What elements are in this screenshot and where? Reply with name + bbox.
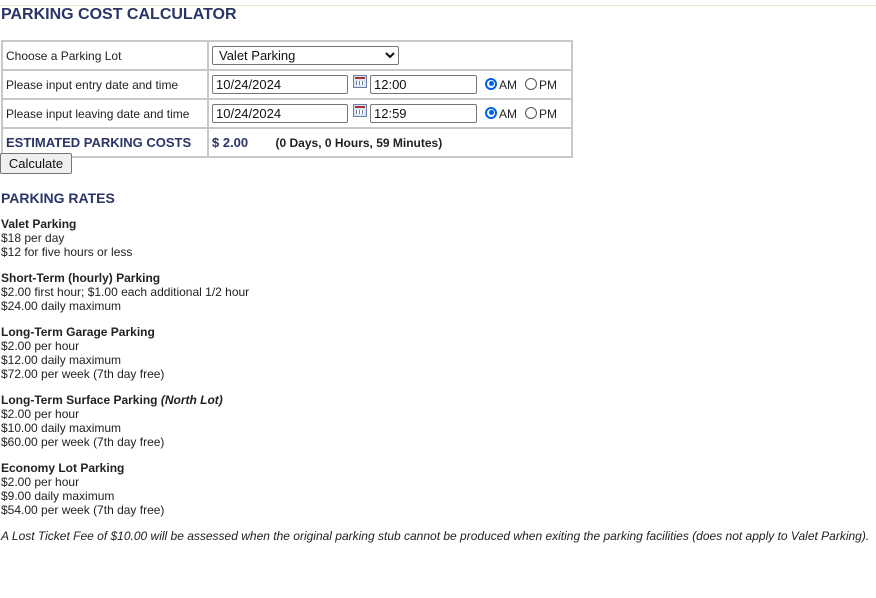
lost-ticket-note: A Lost Ticket Fee of $10.00 will be asse…	[1, 529, 870, 543]
rate-line: $9.00 daily maximum	[1, 489, 115, 503]
entry-time-input[interactable]	[370, 75, 477, 94]
entry-date-input[interactable]	[212, 75, 348, 94]
entry-am-label: AM	[499, 77, 517, 92]
rate-line: $54.00 per week (7th day free)	[1, 503, 165, 517]
rate-valet: Valet Parking $18 per day $12 for five h…	[1, 217, 871, 259]
lot-label: Choose a Parking Lot	[2, 41, 208, 70]
rate-line: $2.00 per hour	[1, 407, 80, 421]
rate-line: $12 for five hours or less	[1, 245, 133, 259]
rate-title: Long-Term Garage Parking	[1, 325, 155, 339]
leave-am-radio[interactable]	[485, 106, 497, 119]
lot-row: Choose a Parking Lot Valet Parking	[2, 41, 572, 70]
rates-heading: PARKING RATES	[1, 190, 115, 206]
rate-line: $24.00 daily maximum	[1, 299, 122, 313]
entry-cell: AM PM	[208, 70, 572, 99]
calculate-button[interactable]: Calculate	[0, 153, 72, 174]
entry-pm-label: PM	[539, 77, 557, 92]
estimated-cost: $ 2.00	[212, 135, 249, 150]
estimate-row: ESTIMATED PARKING COSTS $ 2.00 (0 Days, …	[2, 128, 572, 157]
rate-title-suffix: (North Lot)	[160, 393, 223, 407]
rate-title: Short-Term (hourly) Parking	[1, 271, 161, 285]
rate-line: $2.00 per hour	[1, 339, 80, 353]
rate-line: $2.00 first hour; $1.00 each additional …	[1, 285, 250, 299]
rate-line: $18 per day	[1, 231, 65, 245]
entry-label: Please input entry date and time	[2, 70, 208, 99]
entry-calendar-icon[interactable]	[353, 75, 367, 88]
rates-list: Valet Parking $18 per day $12 for five h…	[1, 217, 871, 543]
rate-title-text: Long-Term Surface Parking	[1, 393, 158, 407]
rate-title: Valet Parking	[1, 217, 77, 231]
page-title: PARKING COST CALCULATOR	[1, 6, 237, 23]
rate-title: Long-Term Surface Parking (North Lot)	[1, 393, 871, 407]
entry-row: Please input entry date and time AM PM	[2, 70, 572, 99]
leave-row: Please input leaving date and time AM PM	[2, 99, 572, 128]
rate-line: $12.00 daily maximum	[1, 353, 122, 367]
leave-calendar-icon[interactable]	[353, 104, 367, 117]
rate-title: Economy Lot Parking	[1, 461, 125, 475]
rate-line: $60.00 per week (7th day free)	[1, 435, 165, 449]
rate-line: $10.00 daily maximum	[1, 421, 122, 435]
rate-line: $2.00 per hour	[1, 475, 80, 489]
leave-time-input[interactable]	[370, 104, 477, 123]
estimated-duration: (0 Days, 0 Hours, 59 Minutes)	[275, 136, 443, 150]
calculator-form: Choose a Parking Lot Valet Parking Pleas…	[1, 40, 573, 158]
rate-economy: Economy Lot Parking $2.00 per hour $9.00…	[1, 461, 871, 517]
lot-cell: Valet Parking	[208, 41, 572, 70]
parking-lot-select[interactable]: Valet Parking	[212, 46, 399, 65]
leave-label: Please input leaving date and time	[2, 99, 208, 128]
leave-cell: AM PM	[208, 99, 572, 128]
rate-long-garage: Long-Term Garage Parking $2.00 per hour …	[1, 325, 871, 381]
rate-line: $72.00 per week (7th day free)	[1, 367, 165, 381]
rate-long-surface: Long-Term Surface Parking (North Lot) $2…	[1, 393, 871, 449]
entry-pm-radio[interactable]	[525, 77, 537, 90]
leave-pm-label: PM	[539, 106, 557, 121]
rate-short-term: Short-Term (hourly) Parking $2.00 first …	[1, 271, 871, 313]
entry-am-radio[interactable]	[485, 77, 497, 90]
estimate-cell: $ 2.00 (0 Days, 0 Hours, 59 Minutes)	[208, 128, 572, 157]
leave-pm-radio[interactable]	[525, 106, 537, 119]
leave-date-input[interactable]	[212, 104, 348, 123]
leave-am-label: AM	[499, 106, 517, 121]
